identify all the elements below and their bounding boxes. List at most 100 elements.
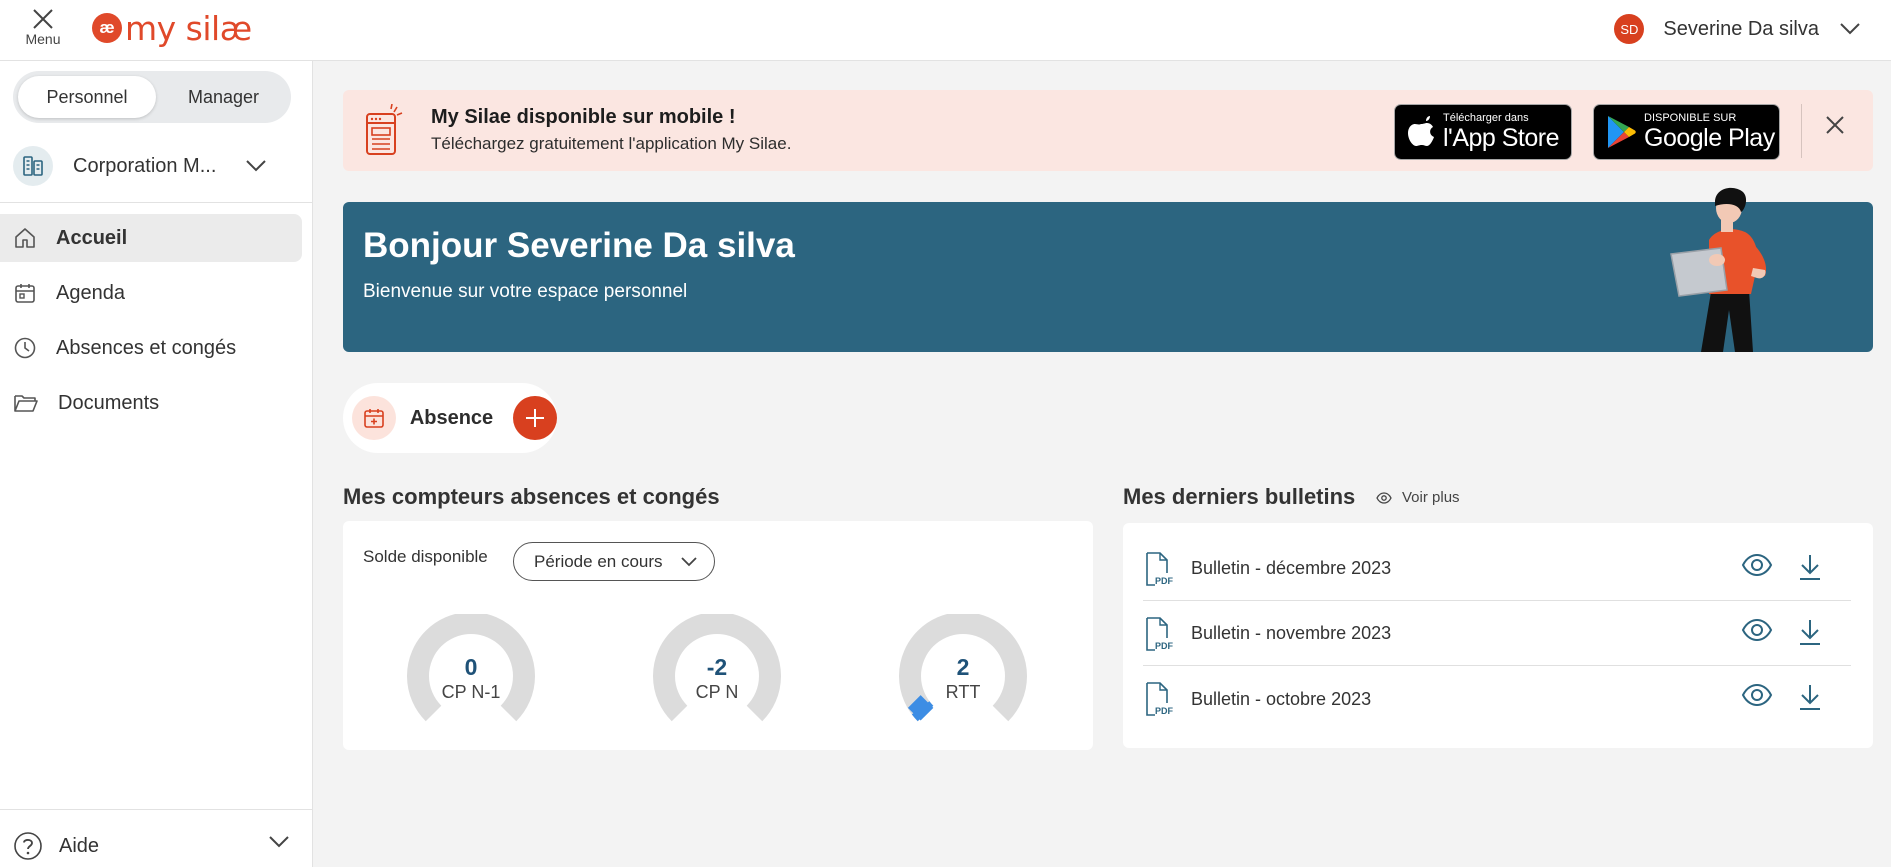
download-icon[interactable] bbox=[1797, 683, 1823, 711]
gauge-label: CP N-1 bbox=[441, 682, 501, 702]
app-store-big-text: l'App Store bbox=[1443, 124, 1560, 152]
gauge-label: CP N bbox=[695, 682, 739, 702]
bulletin-row[interactable]: PDF Bulletin - octobre 2023 bbox=[1143, 667, 1851, 731]
eye-icon[interactable] bbox=[1741, 553, 1773, 577]
sidebar-item-documents[interactable]: Documents bbox=[0, 379, 302, 427]
gauge-label: RTT bbox=[945, 682, 981, 702]
download-icon[interactable] bbox=[1797, 618, 1823, 646]
clock-icon bbox=[14, 337, 36, 359]
sidebar-item-label: Absences et congés bbox=[56, 336, 237, 359]
google-play-button[interactable]: DISPONIBLE SUR Google Play bbox=[1593, 104, 1780, 160]
solde-label: Solde disponible bbox=[363, 547, 488, 566]
help-menu[interactable]: Aide bbox=[0, 825, 312, 867]
menu-button[interactable]: Menu bbox=[18, 6, 68, 54]
bulletin-row[interactable]: PDF Bulletin - novembre 2023 bbox=[1143, 602, 1851, 666]
bulletin-actions bbox=[1717, 683, 1823, 711]
voir-plus-link[interactable]: Voir plus bbox=[1376, 489, 1460, 506]
sidebar-item-label: Documents bbox=[58, 391, 160, 414]
google-play-big-text: Google Play bbox=[1644, 124, 1775, 152]
sidebar-item-label: Accueil bbox=[56, 226, 128, 249]
person-with-tablet-illustration bbox=[1670, 187, 1767, 352]
banner-subtitle: Téléchargez gratuitement l'application M… bbox=[431, 134, 792, 153]
gauge-value: 2 bbox=[956, 654, 970, 680]
voir-plus-label: Voir plus bbox=[1402, 489, 1460, 506]
help-label: Aide bbox=[59, 834, 100, 857]
pdf-file-icon: PDF bbox=[1146, 682, 1174, 716]
sidebar-item-label: Agenda bbox=[56, 281, 125, 304]
pdf-label: PDF bbox=[1155, 576, 1174, 586]
bulletin-row[interactable]: PDF Bulletin - décembre 2023 bbox=[1143, 537, 1851, 601]
divider bbox=[1801, 104, 1802, 158]
eye-icon bbox=[1376, 491, 1392, 504]
calendar-add-icon bbox=[352, 396, 396, 440]
logo-mark: æ bbox=[92, 13, 122, 43]
gauge-value: -2 bbox=[706, 654, 728, 680]
mobile-app-icon bbox=[366, 104, 403, 155]
divider bbox=[0, 202, 312, 203]
chevron-down-icon bbox=[246, 160, 266, 172]
role-personnel-tab[interactable]: Personnel bbox=[18, 76, 156, 118]
folder-icon bbox=[14, 395, 38, 412]
bulletin-actions bbox=[1717, 618, 1823, 646]
hero-subtitle: Bienvenue sur votre espace personnel bbox=[363, 281, 688, 302]
top-bar: Menu æ my silæ SD Severine Da silva bbox=[0, 0, 1891, 61]
gauge-cp-n: -2 CP N bbox=[652, 612, 782, 734]
hero-title: Bonjour Severine Da silva bbox=[363, 226, 795, 265]
home-icon bbox=[15, 228, 35, 248]
download-icon[interactable] bbox=[1797, 553, 1823, 581]
logo-text: my silæ bbox=[125, 8, 252, 48]
user-name: Severine Da silva bbox=[1663, 17, 1819, 40]
help-icon bbox=[14, 832, 42, 860]
company-name: Corporation M... bbox=[73, 154, 217, 177]
gauge-value: 0 bbox=[464, 654, 478, 680]
counters-section-title: Mes compteurs absences et congés bbox=[343, 484, 720, 509]
app-store-small-text: Télécharger dans bbox=[1443, 112, 1529, 124]
bulletins-card: PDF Bulletin - décembre 2023 PDF Bulleti… bbox=[1123, 523, 1873, 748]
plus-icon bbox=[526, 409, 545, 427]
sidebar: Personnel Manager Corporation M... Accue… bbox=[0, 61, 313, 867]
eye-icon[interactable] bbox=[1741, 683, 1773, 707]
sidebar-item-absences[interactable]: Absences et congés bbox=[0, 324, 302, 372]
bulletin-name: Bulletin - novembre 2023 bbox=[1191, 623, 1392, 643]
user-menu[interactable]: SD Severine Da silva bbox=[1614, 12, 1861, 46]
bulletin-name: Bulletin - décembre 2023 bbox=[1191, 558, 1392, 578]
apple-icon bbox=[1408, 116, 1434, 146]
chevron-down-icon bbox=[1840, 23, 1860, 35]
my-silae-logo[interactable]: æ my silæ bbox=[92, 8, 252, 48]
google-play-icon bbox=[1608, 116, 1636, 148]
menu-label: Menu bbox=[25, 31, 61, 47]
role-toggle: Personnel Manager bbox=[13, 71, 291, 123]
counters-card: Solde disponible Période en cours 0 CP N… bbox=[343, 521, 1093, 750]
company-selector[interactable]: Corporation M... bbox=[13, 144, 303, 188]
add-absence-button[interactable] bbox=[513, 396, 557, 440]
divider bbox=[0, 809, 312, 810]
sidebar-item-accueil[interactable]: Accueil bbox=[0, 214, 302, 262]
mobile-app-banner: My Silae disponible sur mobile ! Télécha… bbox=[343, 90, 1873, 171]
pdf-label: PDF bbox=[1155, 706, 1174, 716]
building-icon bbox=[13, 146, 53, 186]
absence-request-pill: Absence bbox=[343, 383, 557, 453]
absence-label: Absence bbox=[409, 406, 494, 429]
period-select[interactable]: Période en cours bbox=[513, 542, 715, 581]
bulletin-actions bbox=[1717, 553, 1823, 581]
close-icon[interactable] bbox=[1824, 114, 1846, 136]
eye-icon[interactable] bbox=[1741, 618, 1773, 642]
avatar: SD bbox=[1614, 14, 1645, 44]
gauge-rtt: 2 RTT bbox=[898, 612, 1028, 734]
close-icon bbox=[33, 9, 53, 29]
pdf-file-icon: PDF bbox=[1146, 551, 1174, 586]
period-select-value: Période en cours bbox=[534, 551, 663, 571]
banner-title: My Silae disponible sur mobile ! bbox=[431, 106, 736, 128]
calendar-icon bbox=[15, 284, 35, 303]
sidebar-item-agenda[interactable]: Agenda bbox=[0, 269, 302, 317]
chevron-down-icon bbox=[269, 836, 289, 848]
gauge-cp-n1: 0 CP N-1 bbox=[406, 612, 536, 734]
bulletin-name: Bulletin - octobre 2023 bbox=[1191, 688, 1372, 709]
pdf-file-icon: PDF bbox=[1146, 616, 1174, 651]
role-manager-tab[interactable]: Manager bbox=[161, 76, 286, 118]
chevron-down-icon bbox=[681, 557, 697, 567]
welcome-hero: Bonjour Severine Da silva Bienvenue sur … bbox=[343, 187, 1873, 352]
pdf-label: PDF bbox=[1155, 641, 1174, 651]
app-store-button[interactable]: Télécharger dans l'App Store bbox=[1394, 104, 1572, 160]
bulletins-section-title: Mes derniers bulletins bbox=[1123, 484, 1356, 509]
